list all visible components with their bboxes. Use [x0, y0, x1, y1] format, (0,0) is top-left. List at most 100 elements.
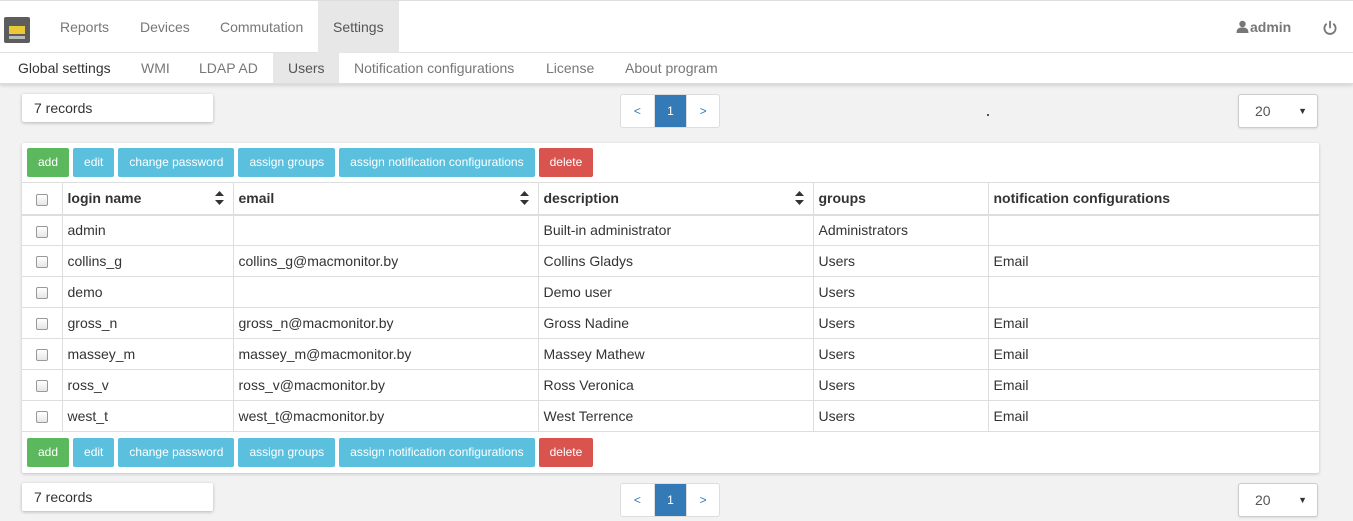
- login-name-cell: admin: [61, 214, 234, 246]
- change-password-button[interactable]: change password: [118, 438, 235, 467]
- tab-notification-configurations[interactable]: Notification configurations: [339, 53, 529, 83]
- description-cell: Demo user: [537, 276, 814, 308]
- row-checkbox[interactable]: [35, 256, 48, 269]
- caret-down-icon: ▼: [1298, 495, 1307, 505]
- notification-configurations-cell: Email: [987, 400, 1319, 432]
- records-count: 7 records: [22, 94, 213, 122]
- pagination: < 1 >: [620, 483, 720, 517]
- login-name-cell: west_t: [61, 400, 234, 432]
- email-cell: ross_v@macmonitor.by: [232, 369, 539, 401]
- users-table: login name email description groups noti…: [22, 182, 1319, 432]
- description-cell: Built-in administrator: [537, 214, 814, 246]
- column-groups: groups: [812, 182, 989, 216]
- page-size-select[interactable]: 20 ▼: [1238, 94, 1318, 128]
- column-label: email: [238, 190, 275, 207]
- groups-cell: Users: [812, 307, 989, 339]
- page-size-select[interactable]: 20 ▼: [1238, 483, 1318, 517]
- power-icon[interactable]: [1322, 20, 1338, 36]
- row-select-cell: [22, 214, 63, 246]
- groups-cell: Users: [812, 369, 989, 401]
- records-count: 7 records: [22, 483, 213, 511]
- notification-configurations-cell: [987, 214, 1319, 246]
- user-menu[interactable]: admin: [1236, 1, 1291, 53]
- description-cell: Massey Mathew: [537, 338, 814, 370]
- next-page-button[interactable]: >: [686, 484, 719, 516]
- separator-dot: [987, 114, 989, 116]
- add-button[interactable]: add: [27, 438, 70, 467]
- column-description[interactable]: description: [537, 182, 814, 216]
- tab-about-program[interactable]: About program: [610, 53, 733, 83]
- column-login-name[interactable]: login name: [61, 182, 234, 216]
- column-label: groups: [818, 190, 866, 207]
- caret-down-icon: ▼: [1298, 106, 1307, 116]
- tab-global-settings[interactable]: Global settings: [0, 53, 126, 83]
- prev-page-button[interactable]: <: [621, 95, 654, 127]
- row-select-cell: [22, 307, 63, 339]
- email-cell: west_t@macmonitor.by: [232, 400, 539, 432]
- select-all-checkbox[interactable]: [35, 193, 48, 206]
- column-email[interactable]: email: [232, 182, 539, 216]
- edit-button[interactable]: edit: [73, 438, 115, 467]
- assign-groups-button[interactable]: assign groups: [238, 438, 336, 467]
- tab-wmi[interactable]: WMI: [126, 53, 185, 83]
- row-checkbox[interactable]: [35, 349, 48, 362]
- add-button[interactable]: add: [27, 148, 70, 177]
- email-cell: [232, 214, 539, 246]
- login-name-cell: collins_g: [61, 245, 234, 277]
- description-cell: Gross Nadine: [537, 307, 814, 339]
- assign-notification-configurations-button[interactable]: assign notification configurations: [339, 148, 535, 177]
- row-checkbox[interactable]: [35, 411, 48, 424]
- row-checkbox[interactable]: [35, 318, 48, 331]
- notification-configurations-cell: Email: [987, 369, 1319, 401]
- tab-users[interactable]: Users: [273, 53, 339, 83]
- login-name-cell: demo: [61, 276, 234, 308]
- notification-configurations-cell: Email: [987, 245, 1319, 277]
- table-row[interactable]: massey_m massey_m@macmonitor.by Massey Mat…: [22, 338, 1319, 370]
- tab-ldap-ad[interactable]: LDAP AD: [184, 53, 273, 83]
- tab-license[interactable]: License: [531, 53, 609, 83]
- sort-icon[interactable]: [519, 191, 529, 205]
- row-checkbox[interactable]: [35, 380, 48, 393]
- settings-subnav: Global settings WMI LDAP AD Users Notifi…: [0, 53, 1353, 84]
- table-header-row: login name email description groups noti…: [22, 182, 1319, 216]
- groups-cell: Administrators: [812, 214, 989, 246]
- bottom-toolbar: add edit change password assign groups a…: [27, 438, 594, 468]
- table-row[interactable]: west_t west_t@macmonitor.by West Terrence U…: [22, 400, 1319, 432]
- row-select-cell: [22, 400, 63, 432]
- next-page-button[interactable]: >: [686, 95, 719, 127]
- page-1-button[interactable]: 1: [653, 484, 687, 516]
- row-select-cell: [22, 245, 63, 277]
- nav-devices[interactable]: Devices: [125, 1, 205, 53]
- page-1-button[interactable]: 1: [653, 95, 687, 127]
- column-label: notification configurations: [993, 190, 1171, 207]
- user-name: admin: [1250, 19, 1292, 35]
- nav-reports[interactable]: Reports: [45, 1, 124, 53]
- row-checkbox[interactable]: [35, 225, 48, 238]
- table-row[interactable]: demo Demo user Users: [22, 276, 1319, 308]
- sort-icon[interactable]: [214, 191, 224, 205]
- page-size-value: 20: [1255, 103, 1271, 119]
- prev-page-button[interactable]: <: [621, 484, 654, 516]
- row-checkbox[interactable]: [35, 287, 48, 300]
- edit-button[interactable]: edit: [73, 148, 115, 177]
- row-select-cell: [22, 369, 63, 401]
- sort-icon[interactable]: [794, 191, 804, 205]
- delete-button[interactable]: delete: [538, 438, 594, 467]
- delete-button[interactable]: delete: [538, 148, 594, 177]
- change-password-button[interactable]: change password: [118, 148, 235, 177]
- top-navbar: Reports Devices Commutation Settings adm…: [0, 0, 1353, 53]
- login-name-cell: massey_m: [61, 338, 234, 370]
- table-row[interactable]: admin Built-in administrator Administrator…: [22, 214, 1319, 246]
- description-cell: Collins Gladys: [537, 245, 814, 277]
- assign-notification-configurations-button[interactable]: assign notification configurations: [339, 438, 535, 467]
- column-label: description: [543, 190, 619, 207]
- login-name-cell: ross_v: [61, 369, 234, 401]
- table-row[interactable]: collins_g collins_g@macmonitor.by Collins …: [22, 245, 1319, 277]
- column-label: login name: [67, 190, 142, 207]
- nav-settings[interactable]: Settings: [318, 1, 399, 53]
- network-switch-icon[interactable]: [4, 17, 30, 43]
- table-row[interactable]: gross_n gross_n@macmonitor.by Gross Nadine…: [22, 307, 1319, 339]
- nav-commutation[interactable]: Commutation: [205, 1, 318, 53]
- table-row[interactable]: ross_v ross_v@macmonitor.by Ross Veronica U…: [22, 369, 1319, 401]
- assign-groups-button[interactable]: assign groups: [238, 148, 336, 177]
